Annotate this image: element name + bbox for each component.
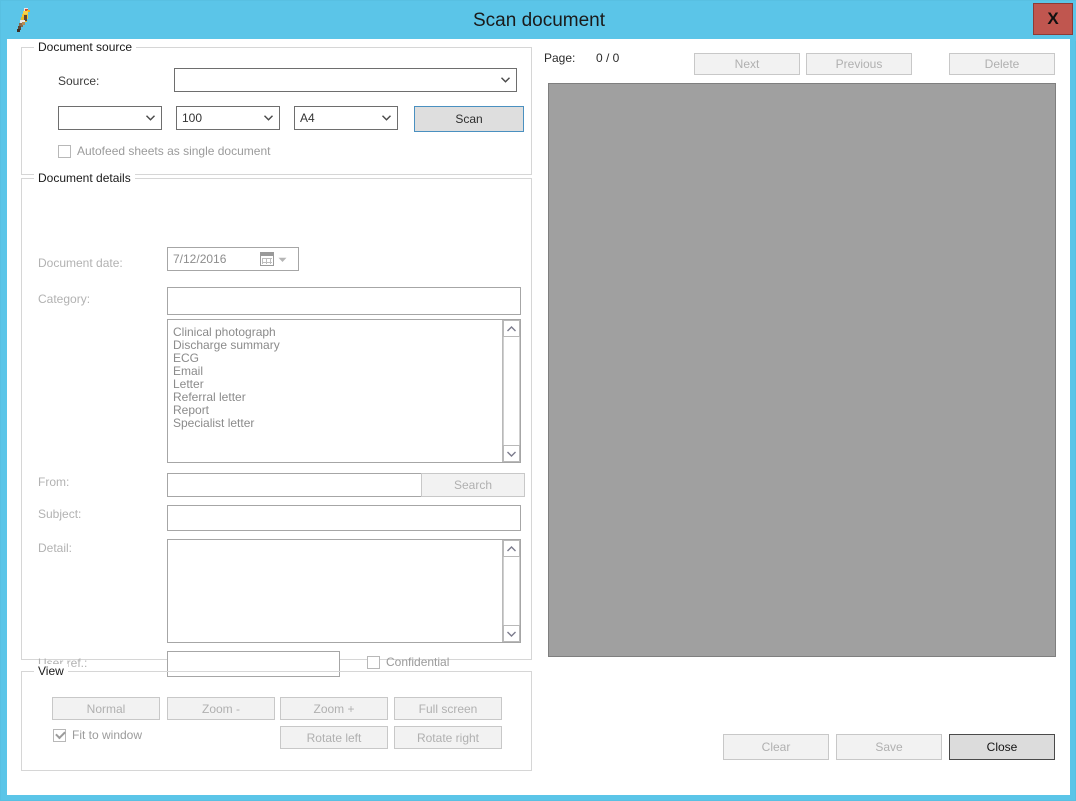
category-label: Category: xyxy=(38,292,91,306)
page-label: Page: xyxy=(544,51,576,65)
next-page-button[interactable]: Next xyxy=(694,53,800,75)
source-label: Source: xyxy=(58,74,100,88)
delete-page-button[interactable]: Delete xyxy=(949,53,1055,75)
calendar-dropdown-button[interactable] xyxy=(260,251,294,267)
fit-to-window-checkbox-label: Fit to window xyxy=(72,728,143,742)
source-combo[interactable] xyxy=(174,68,517,92)
list-item[interactable]: Email xyxy=(173,365,502,378)
confidential-checkbox-label: Confidential xyxy=(386,655,450,669)
autofeed-checkbox-box xyxy=(58,144,71,158)
subject-field[interactable] xyxy=(167,505,521,531)
from-field[interactable] xyxy=(167,473,429,497)
save-button[interactable]: Save xyxy=(836,734,942,760)
fit-to-window-checkbox[interactable]: Fit to window xyxy=(53,728,142,742)
fit-to-window-checkbox-box xyxy=(53,728,66,742)
document-source-group: Document source Source: 100 A4 Scan Auto… xyxy=(21,40,532,175)
scroll-up-icon[interactable] xyxy=(503,320,520,337)
detail-field[interactable] xyxy=(167,539,521,643)
chevron-down-icon xyxy=(501,77,510,83)
list-item[interactable]: Referral letter xyxy=(173,391,502,404)
client-area: Document source Source: 100 A4 Scan Auto… xyxy=(7,39,1070,795)
category-listbox[interactable]: Clinical photograph Discharge summary EC… xyxy=(167,319,521,463)
close-button[interactable]: Close xyxy=(949,734,1055,760)
document-source-title: Document source xyxy=(34,40,137,54)
chevron-down-icon xyxy=(146,115,155,121)
zoom-out-button[interactable]: Zoom - xyxy=(167,697,275,720)
autofeed-checkbox[interactable]: Autofeed sheets as single document xyxy=(58,144,270,158)
document-date-label: Document date: xyxy=(38,256,123,270)
close-window-button[interactable]: X xyxy=(1033,3,1073,35)
document-details-title: Document details xyxy=(34,171,135,185)
from-label: From: xyxy=(38,475,70,489)
view-group: View Normal Zoom - Zoom + Full screen Ro… xyxy=(21,664,532,771)
rotate-left-button[interactable]: Rotate left xyxy=(280,726,388,749)
chevron-down-icon xyxy=(382,115,391,121)
detail-scrollbar[interactable] xyxy=(502,540,520,642)
confidential-checkbox-box xyxy=(367,655,380,669)
list-item[interactable]: ECG xyxy=(173,352,502,365)
resolution-combo[interactable]: 100 xyxy=(176,106,280,130)
document-date-field[interactable]: 7/12/2016 xyxy=(167,247,299,271)
chevron-down-icon xyxy=(264,115,273,121)
category-scrollbar[interactable] xyxy=(502,320,520,462)
resolution-combo-value: 100 xyxy=(182,111,203,125)
view-title: View xyxy=(34,664,68,678)
category-field[interactable] xyxy=(167,287,521,315)
document-date-value: 7/12/2016 xyxy=(173,252,227,266)
rotate-right-button[interactable]: Rotate right xyxy=(394,726,502,749)
category-list-items: Clinical photograph Discharge summary EC… xyxy=(168,326,502,430)
scrollbar-track[interactable] xyxy=(503,337,520,445)
chevron-down-icon xyxy=(278,250,287,268)
scan-document-window: Scan document X Document source Source: xyxy=(0,0,1076,801)
confidential-checkbox[interactable]: Confidential xyxy=(367,655,449,669)
window-title: Scan document xyxy=(472,10,606,31)
list-item[interactable]: Specialist letter xyxy=(173,417,502,430)
autofeed-checkbox-label: Autofeed sheets as single document xyxy=(77,144,271,158)
calendar-icon xyxy=(260,252,274,266)
clear-button[interactable]: Clear xyxy=(723,734,829,760)
page-preview-area[interactable] xyxy=(548,83,1056,657)
scan-button[interactable]: Scan xyxy=(414,106,524,132)
scroll-down-icon[interactable] xyxy=(503,625,520,642)
scroll-down-icon[interactable] xyxy=(503,445,520,462)
detail-label: Detail: xyxy=(38,541,73,555)
previous-page-button[interactable]: Previous xyxy=(806,53,912,75)
paper-size-combo-value: A4 xyxy=(300,111,315,125)
scroll-up-icon[interactable] xyxy=(503,540,520,557)
document-details-group: Document details Document date: 7/12/201… xyxy=(21,171,532,677)
normal-button[interactable]: Normal xyxy=(52,697,160,720)
search-button[interactable]: Search xyxy=(421,473,525,497)
zoom-in-button[interactable]: Zoom + xyxy=(280,697,388,720)
device-combo[interactable] xyxy=(58,106,162,130)
paper-size-combo[interactable]: A4 xyxy=(294,106,398,130)
full-screen-button[interactable]: Full screen xyxy=(394,697,502,720)
list-item[interactable]: Discharge summary xyxy=(173,339,502,352)
scrollbar-track[interactable] xyxy=(503,557,520,625)
subject-label: Subject: xyxy=(38,507,82,521)
title-bar: Scan document X xyxy=(1,1,1076,41)
page-value: 0 / 0 xyxy=(596,51,620,65)
